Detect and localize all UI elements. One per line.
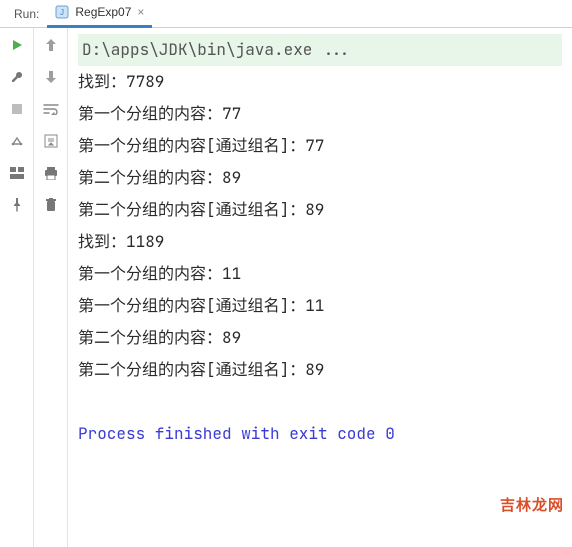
console-line: 找到：7789 — [78, 66, 562, 98]
console-line: 第一个分组的内容[通过组名]：77 — [78, 130, 562, 162]
console-line: 找到：1189 — [78, 226, 562, 258]
console-line: 第二个分组的内容：89 — [78, 322, 562, 354]
java-file-icon: J — [55, 5, 69, 19]
wrap-icon[interactable] — [42, 100, 60, 118]
run-tool-window-header: Run: J RegExp07 × — [0, 0, 572, 28]
console-line: 第一个分组的内容[通过组名]：11 — [78, 290, 562, 322]
console-line: 第二个分组的内容[通过组名]：89 — [78, 194, 562, 226]
console-line: 第一个分组的内容：11 — [78, 258, 562, 290]
console-command-line: D:\apps\JDK\bin\java.exe ... — [78, 34, 562, 66]
left-toolbar-primary — [0, 28, 34, 547]
print-icon[interactable] — [42, 164, 60, 182]
left-toolbar-secondary — [34, 28, 68, 547]
console-exit-line: Process finished with exit code 0 — [78, 423, 395, 444]
svg-text:J: J — [60, 8, 64, 17]
scroll-end-icon[interactable] — [42, 132, 60, 150]
run-icon[interactable] — [8, 36, 26, 54]
up-arrow-icon[interactable] — [42, 36, 60, 54]
stop-icon[interactable] — [8, 100, 26, 118]
tab-label: RegExp07 — [75, 5, 131, 19]
console-blank-line — [78, 386, 562, 418]
tab-regexp07[interactable]: J RegExp07 × — [47, 0, 152, 28]
console-line: 第二个分组的内容[通过组名]：89 — [78, 354, 562, 386]
run-label: Run: — [6, 7, 47, 21]
console-line: 第二个分组的内容：89 — [78, 162, 562, 194]
console-output[interactable]: D:\apps\JDK\bin\java.exe ... 找到：7789 第一个… — [68, 28, 572, 547]
pin-icon[interactable] — [8, 196, 26, 214]
debug-icon[interactable] — [8, 132, 26, 150]
run-tool-window-body: D:\apps\JDK\bin\java.exe ... 找到：7789 第一个… — [0, 28, 572, 547]
wrench-icon[interactable] — [8, 68, 26, 86]
down-arrow-icon[interactable] — [42, 68, 60, 86]
trash-icon[interactable] — [42, 196, 60, 214]
watermark-text: 吉林龙网 — [500, 494, 564, 515]
close-icon[interactable]: × — [137, 5, 144, 19]
console-line: 第一个分组的内容：77 — [78, 98, 562, 130]
layout-icon[interactable] — [8, 164, 26, 182]
